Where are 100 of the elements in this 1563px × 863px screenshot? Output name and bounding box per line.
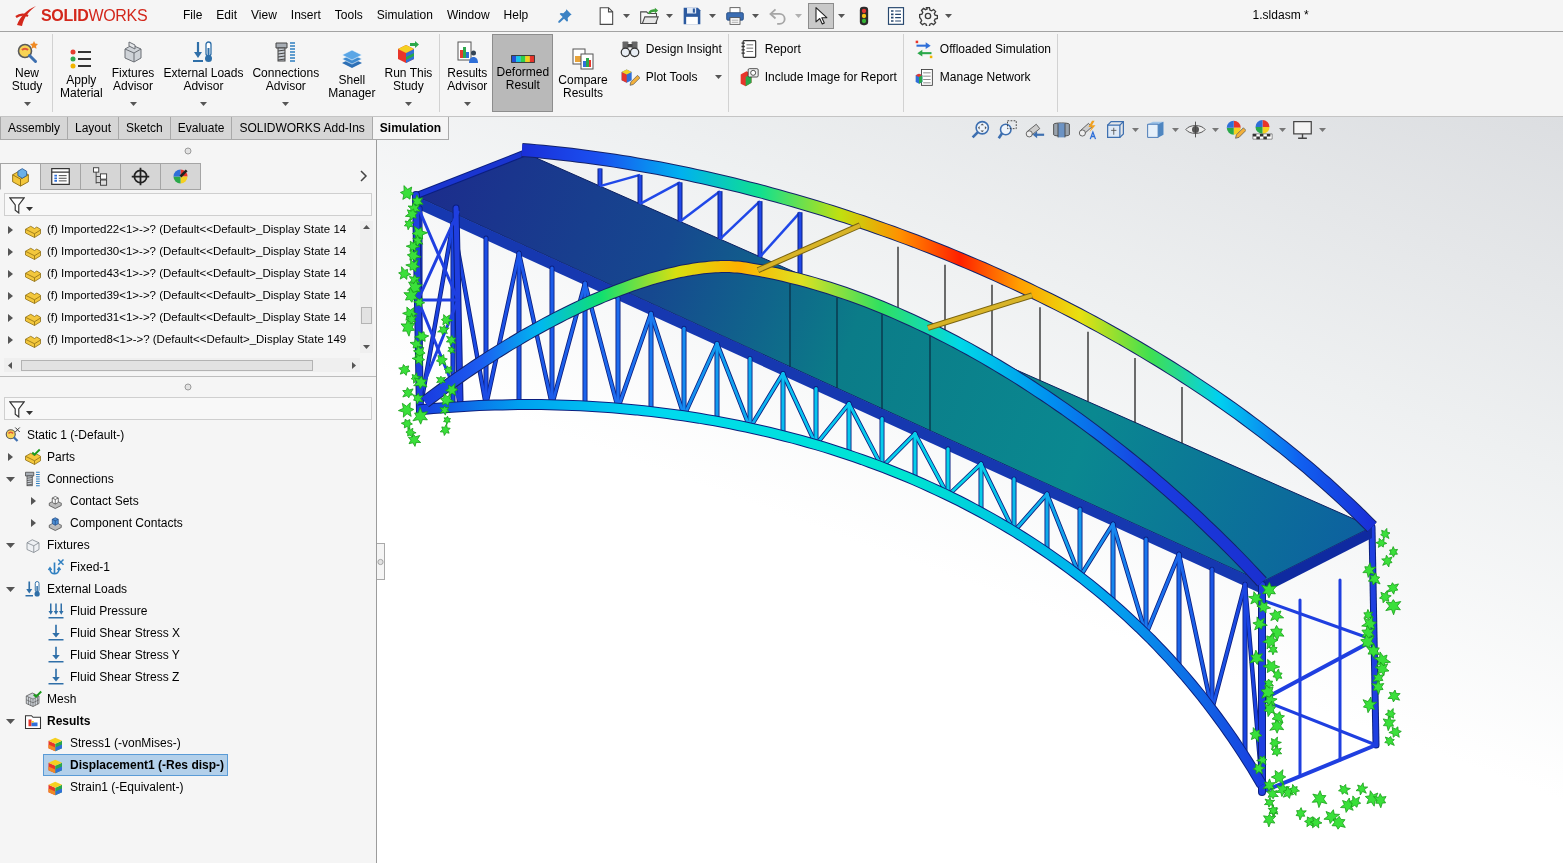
caret-down-icon[interactable] xyxy=(5,718,15,724)
tree-item[interactable]: Connections xyxy=(20,468,118,490)
caret-icon[interactable] xyxy=(463,102,471,106)
caret-down-icon[interactable] xyxy=(5,542,15,548)
scrollbar-thumb[interactable] xyxy=(361,307,372,324)
tree-item[interactable]: Results xyxy=(20,710,95,732)
compare-results-button[interactable]: Compare Results xyxy=(554,34,612,112)
include-image-button[interactable]: Include Image for Report xyxy=(735,65,900,89)
menu-item[interactable]: Window xyxy=(439,8,497,23)
results-advisor-button[interactable]: Results Advisor xyxy=(443,34,492,112)
shell-manager-button[interactable]: Shell Manager xyxy=(324,34,380,112)
tree-item[interactable]: Fixtures xyxy=(20,534,94,556)
panel-tab[interactable] xyxy=(120,163,161,190)
caret-icon[interactable] xyxy=(709,13,717,18)
new-study-button[interactable]: New Study xyxy=(5,34,49,112)
caret-icon[interactable] xyxy=(199,102,207,106)
hide-show-button[interactable] xyxy=(1185,121,1206,138)
scroll-right-arrow-icon[interactable] xyxy=(352,361,356,369)
plot-tools-button[interactable]: Plot Tools xyxy=(616,65,725,89)
caret-down-icon[interactable] xyxy=(5,476,15,482)
panel-tab[interactable] xyxy=(40,163,81,190)
tree-item[interactable]: Static 1 (-Default-) xyxy=(0,424,129,446)
command-tab[interactable]: Assembly xyxy=(0,117,68,140)
caret-right-icon[interactable] xyxy=(30,497,36,505)
caret-icon[interactable] xyxy=(714,75,722,79)
tree-item[interactable]: (f) Imported30<1>->? (Default<<Default>_Display State 14 xyxy=(20,241,351,263)
panel-collapse-handle[interactable] xyxy=(377,543,385,580)
caret-right-icon[interactable] xyxy=(7,292,13,300)
scroll-up-arrow-icon[interactable] xyxy=(363,225,370,229)
caret-icon[interactable] xyxy=(404,102,412,106)
grip-dot-icon[interactable] xyxy=(377,557,384,566)
tree-item[interactable]: External Loads xyxy=(20,578,132,600)
menu-item[interactable]: File xyxy=(176,8,210,23)
caret-down-icon[interactable] xyxy=(5,586,15,592)
tree-item[interactable]: Strain1 (-Equivalent-) xyxy=(43,776,188,798)
caret-right-icon[interactable] xyxy=(7,314,13,322)
offloaded-simulation-button[interactable]: Offloaded Simulation xyxy=(910,37,1055,61)
panel-tab[interactable] xyxy=(80,163,121,190)
command-tab[interactable]: Evaluate xyxy=(169,117,233,140)
tree-item[interactable]: Parts xyxy=(20,446,79,468)
scroll-left-arrow-icon[interactable] xyxy=(8,361,12,369)
graphics-viewport[interactable] xyxy=(377,117,1563,863)
edit-appearance-button[interactable] xyxy=(1225,119,1246,140)
command-tab[interactable]: Simulation xyxy=(371,117,450,140)
section-view-button[interactable] xyxy=(1051,119,1072,140)
menu-item[interactable]: Edit xyxy=(209,8,245,23)
tree-item[interactable]: (f) Imported8<1>->? (Default<<Default>_Display State 149 xyxy=(20,329,351,351)
tree-item[interactable]: (f) Imported22<1>->? (Default<<Default>_Display State 14 xyxy=(20,219,351,241)
zoom-to-fit-button[interactable] xyxy=(970,119,991,140)
report-button[interactable]: Report xyxy=(735,37,900,61)
command-tab[interactable]: Sketch xyxy=(118,117,171,140)
caret-right-icon[interactable] xyxy=(30,519,36,527)
caret-right-icon[interactable] xyxy=(7,226,13,234)
tree-item[interactable]: (f) Imported31<1>->? (Default<<Default>_Display State 14 xyxy=(20,307,351,329)
view-settings-button[interactable] xyxy=(1292,119,1313,140)
command-tab[interactable]: SOLIDWORKS Add-Ins xyxy=(231,117,373,140)
caret-icon[interactable] xyxy=(282,102,290,106)
caret-right-icon[interactable] xyxy=(7,453,13,461)
menu-item[interactable]: Insert xyxy=(283,8,328,23)
filter-field[interactable] xyxy=(4,397,372,420)
caret-icon[interactable] xyxy=(752,13,760,18)
tree-item[interactable]: Mesh xyxy=(20,688,81,710)
command-tab[interactable]: Layout xyxy=(67,117,120,140)
menu-item[interactable]: Help xyxy=(496,8,536,23)
tree-item[interactable]: Fixed-1 xyxy=(43,556,114,578)
dynamic-annotation-button[interactable] xyxy=(1078,119,1099,140)
caret-icon[interactable] xyxy=(26,206,33,211)
tree-item[interactable]: Displacement1 (-Res disp-) xyxy=(43,754,229,776)
caret-right-icon[interactable] xyxy=(7,270,13,278)
caret-icon[interactable] xyxy=(26,410,33,415)
design-insight-button[interactable]: Design Insight xyxy=(616,37,725,61)
tree-item[interactable]: Fluid Shear Stress Y xyxy=(43,644,184,666)
tree-item[interactable]: (f) Imported39<1>->? (Default<<Default>_Display State 14 xyxy=(20,285,351,307)
fixtures-advisor-button[interactable]: Fixtures Advisor xyxy=(107,34,159,112)
tree-item[interactable]: Contact Sets xyxy=(43,490,143,512)
scroll-down-arrow-icon[interactable] xyxy=(363,345,370,349)
horizontal-scrollbar[interactable] xyxy=(4,358,360,372)
run-study-button[interactable]: Run This Study xyxy=(380,34,437,112)
caret-right-icon[interactable] xyxy=(7,248,13,256)
deformed-result-button[interactable]: Deformed Result xyxy=(492,34,554,112)
external-loads-advisor-button[interactable]: External Loads Advisor xyxy=(159,34,248,112)
filter-field[interactable] xyxy=(4,193,372,216)
view-orientation-button[interactable] xyxy=(1105,119,1126,140)
grip-dot-icon[interactable] xyxy=(184,383,192,391)
tree-item[interactable]: Fluid Pressure xyxy=(43,600,152,622)
caret-icon[interactable] xyxy=(623,13,631,18)
caret-icon[interactable] xyxy=(23,102,31,106)
caret-icon[interactable] xyxy=(129,102,137,106)
apply-material-button[interactable]: Apply Material xyxy=(56,34,107,112)
menu-item[interactable]: Simulation xyxy=(369,8,440,23)
apply-scene-button[interactable] xyxy=(1252,119,1273,140)
tree-item[interactable]: Fluid Shear Stress X xyxy=(43,622,185,644)
menu-item[interactable]: View xyxy=(244,8,284,23)
vertical-scrollbar[interactable] xyxy=(360,221,373,353)
select-button[interactable] xyxy=(808,2,835,29)
chevron-right-icon[interactable] xyxy=(360,170,368,182)
tree-item[interactable]: Component Contacts xyxy=(43,512,187,534)
tree-item[interactable]: (f) Imported43<1>->? (Default<<Default>_Display State 14 xyxy=(20,263,351,285)
display-style-button[interactable] xyxy=(1145,119,1166,140)
caret-icon[interactable] xyxy=(945,13,953,18)
